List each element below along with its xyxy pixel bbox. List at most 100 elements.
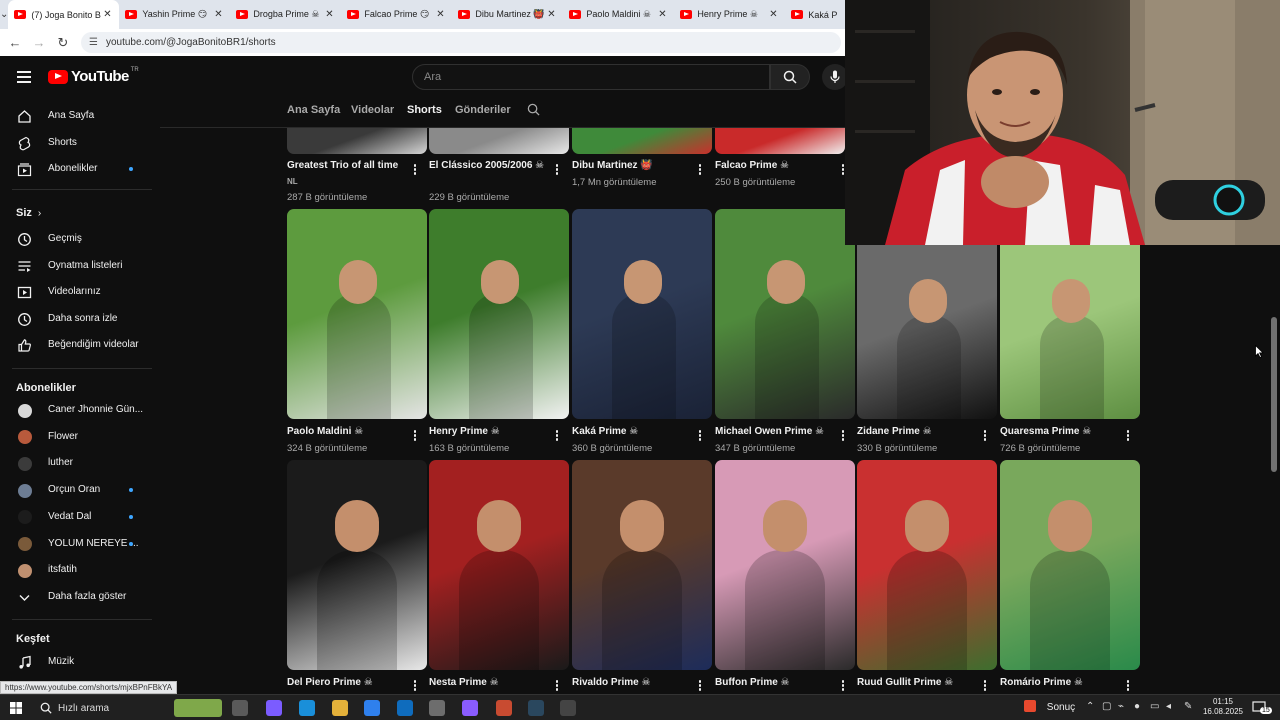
show-more-button[interactable]: Daha fazla göster [0,584,160,610]
taskbar-search[interactable]: Hızlı arama [32,697,224,719]
more-options-icon[interactable] [1124,430,1132,444]
more-options-icon[interactable] [553,680,561,694]
scrollbar-thumb[interactable] [1271,317,1277,472]
tab-close-icon[interactable]: ✕ [101,9,113,20]
obs-icon[interactable] [560,700,576,716]
channel-tab[interactable]: Ana Sayfa [287,104,340,116]
short-title[interactable]: Michael Owen Prime ☠ [715,426,835,437]
short-title[interactable]: El Clássico 2005/2006 ☠ [429,160,549,171]
sidebar-item[interactable]: Caner Jhonnie Gün... [0,397,160,423]
short-title[interactable]: Quaresma Prime ☠ [1000,426,1120,437]
short-title[interactable]: Greatest Trio of all time [287,160,407,171]
tray-mic-icon[interactable]: ● [1134,701,1140,712]
store-icon[interactable] [364,700,380,716]
app-icon[interactable] [429,700,445,716]
browser-tab[interactable]: Falcao Prime 😏 ✕ [341,0,452,29]
discord-icon[interactable] [462,700,478,716]
sidebar-item[interactable]: YOLUM NEREYE ... [0,531,160,557]
steam-icon[interactable] [528,700,544,716]
sidebar-item[interactable]: Videolarınız [0,279,160,305]
short-thumbnail[interactable] [572,460,712,670]
weather-widget[interactable]: Sonuç [1024,700,1075,713]
short-title[interactable]: Zidane Prime ☠ [857,426,977,437]
short-thumbnail[interactable] [429,209,569,419]
channel-search-icon[interactable] [527,103,540,121]
task-view-icon[interactable] [232,700,248,716]
sidebar-item[interactable]: Flower [0,424,160,450]
short-title[interactable]: Henry Prime ☠ [429,426,549,437]
browser-tab[interactable]: Yashin Prime 😏 ✕ [119,0,230,29]
sidebar-item[interactable]: Oynatma listeleri [0,253,160,279]
tab-close-icon[interactable]: ✕ [767,9,779,20]
more-options-icon[interactable] [839,430,847,444]
short-thumbnail[interactable] [857,460,997,670]
more-options-icon[interactable] [696,164,704,178]
sidebar-item[interactable]: Müzik [0,649,160,675]
search-input[interactable]: Ara [412,64,770,90]
more-options-icon[interactable] [839,680,847,694]
short-title[interactable]: Del Piero Prime ☠ [287,677,407,688]
short-thumbnail[interactable] [857,245,997,419]
tray-monitor-icon[interactable]: ▭ [1150,701,1159,712]
youtube-logo[interactable]: YouTube TR [48,67,139,85]
menu-icon[interactable] [17,71,31,83]
edge-icon[interactable] [299,700,315,716]
short-thumbnail[interactable] [287,209,427,419]
more-options-icon[interactable] [696,680,704,694]
taskbar-clock[interactable]: 01:15 16.08.2025 [1198,697,1248,717]
windows-start-icon[interactable] [10,702,22,714]
short-title[interactable]: Nesta Prime ☠ [429,677,549,688]
site-info-icon[interactable]: ☰ [89,37,98,48]
short-title[interactable]: Kaká Prime ☠ [572,426,692,437]
short-thumbnail[interactable] [429,128,569,154]
forward-icon[interactable]: → [27,35,51,50]
tray-chevron-icon[interactable]: ⌃ [1086,701,1094,712]
short-title[interactable]: Falcao Prime ☠ [715,160,835,171]
tray-app-icon[interactable]: ▢ [1102,701,1111,712]
notification-center-icon[interactable]: 15 [1252,700,1272,716]
address-bar[interactable]: ☰ youtube.com/@JogaBonitoBR1/shorts [81,32,841,53]
sidebar-item[interactable]: Vedat Dal [0,504,160,530]
sidebar-item[interactable]: Shorts [0,130,160,156]
tab-close-icon[interactable]: ✕ [212,9,224,20]
short-title[interactable]: Romário Prime ☠ [1000,677,1120,688]
search-button[interactable] [770,64,810,90]
sidebar-item[interactable]: Daha sonra izle [0,306,160,332]
tray-volume-icon[interactable]: ◂ [1166,701,1171,712]
more-options-icon[interactable] [411,164,419,178]
short-thumbnail[interactable] [1000,245,1140,419]
short-title[interactable]: Buffon Prime ☠ [715,677,835,688]
short-thumbnail[interactable] [715,128,845,154]
browser-tab[interactable]: Dibu Martinez 👹 ✕ [452,0,563,29]
tab-close-icon[interactable]: ✕ [545,9,557,20]
reload-icon[interactable]: ↻ [51,35,75,51]
sidebar-item[interactable]: Geçmiş [0,226,160,252]
browser-tab[interactable]: Henry Prime ☠ ✕ [674,0,785,29]
sidebar-item[interactable]: Abonelikler [0,156,160,182]
short-thumbnail[interactable] [715,209,855,419]
tab-search-icon[interactable]: ⌄ [0,0,8,29]
more-options-icon[interactable] [411,430,419,444]
back-icon[interactable]: ← [3,35,27,50]
sidebar-item[interactable]: Orçun Oran [0,477,160,503]
more-options-icon[interactable] [553,430,561,444]
short-thumbnail[interactable] [287,128,427,154]
sidebar-item[interactable]: Beğendiğim videolar [0,332,160,358]
short-title[interactable]: Rivaldo Prime ☠ [572,677,692,688]
more-options-icon[interactable] [1124,680,1132,694]
sidebar-item[interactable]: luther [0,450,160,476]
more-options-icon[interactable] [411,680,419,694]
sidebar-item[interactable]: Ana Sayfa [0,103,160,129]
short-thumbnail[interactable] [287,460,427,670]
tab-close-icon[interactable]: ✕ [434,9,446,20]
short-title[interactable]: Paolo Maldini ☠ [287,426,407,437]
short-thumbnail[interactable] [429,460,569,670]
more-options-icon[interactable] [981,430,989,444]
short-thumbnail[interactable] [1000,460,1140,670]
copilot-icon[interactable] [266,700,282,716]
short-title[interactable]: Ruud Gullit Prime ☠ [857,677,977,688]
more-options-icon[interactable] [553,164,561,178]
sidebar-item[interactable]: itsfatih [0,557,160,583]
tray-network-icon[interactable]: ⌁ [1118,701,1124,712]
channel-tab[interactable]: Gönderiler [455,104,511,116]
